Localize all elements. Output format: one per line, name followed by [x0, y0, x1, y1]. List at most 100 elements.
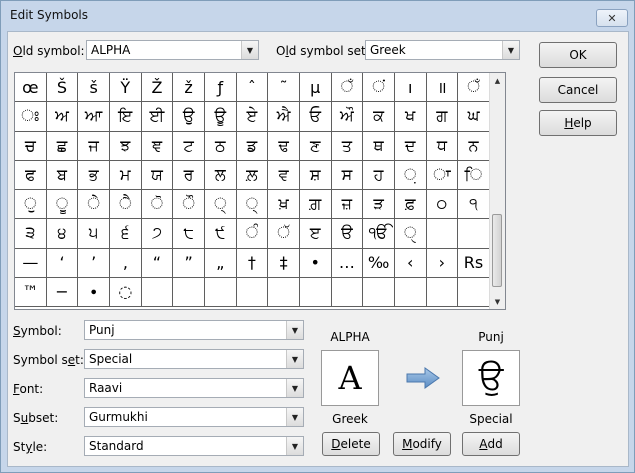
symbol-cell[interactable] [204, 277, 237, 307]
symbol-cell[interactable]: ਝ [109, 131, 142, 161]
symbol-cell[interactable]: ਗ਼ [299, 190, 332, 220]
chevron-down-icon[interactable]: ▼ [286, 437, 303, 455]
symbol-cell[interactable]: ਥ [363, 131, 395, 161]
symbol-cell[interactable]: ੱ [268, 219, 300, 249]
symbol-cell[interactable]: ਮ [109, 160, 142, 190]
symbol-cell[interactable]: ‹ [394, 248, 427, 278]
symbol-cell[interactable]: ਸ [331, 160, 364, 190]
symbol-cell[interactable]: ਰ [173, 160, 205, 190]
symbol-cell[interactable]: ਧ [426, 131, 459, 161]
symbol-cell[interactable]: Ÿ [109, 73, 142, 103]
symbol-cell[interactable]: ਼ [394, 160, 427, 190]
symbol-cell[interactable]: ∙ [78, 277, 110, 307]
symbol-grid[interactable]: œ Šš Ÿ Žž ƒ ˆ ˜ µਁਂ ı ॥ਁਃ ਅ ਆ ਇ ਈ ਉ ਊ ਏ ਐ ਓ ਔ ਕ ਖ ਗ ਘ ਚ ਛ ਜ ਝ ਞ ਟ ਠ ਡ ਢ ਣ… [14, 72, 506, 310]
symbol-cell[interactable]: “ [141, 248, 174, 278]
symbol-cell[interactable]: µ [299, 73, 332, 103]
symbol-cell[interactable]: Ž [141, 73, 174, 103]
symbol-cell[interactable]: ੧ [458, 190, 490, 220]
symbol-cell[interactable]: ੳ [331, 219, 364, 249]
symbol-cell[interactable]: — [15, 248, 47, 278]
delete-button[interactable]: Delete [322, 432, 380, 456]
symbol-cell[interactable]: ਲ [204, 160, 237, 190]
symbol-cell[interactable]: ੬ [109, 219, 142, 249]
symbol-cell[interactable]: † [236, 248, 269, 278]
symbol-cell[interactable]: ਢ [268, 131, 300, 161]
symbol-cell[interactable]: ਾ [426, 160, 459, 190]
chevron-down-icon[interactable]: ▼ [286, 321, 303, 339]
symbol-cell[interactable]: ਐ [268, 102, 300, 132]
symbol-cell[interactable] [458, 219, 490, 249]
symbol-cell[interactable]: ਓ [299, 102, 332, 132]
symbol-cell[interactable]: › [426, 248, 459, 278]
symbol-cell[interactable]: ਆ [78, 102, 110, 132]
old-symbol-set-combo[interactable]: Greek ▼ [365, 40, 520, 60]
font-combo[interactable]: Raavi ▼ [84, 378, 304, 398]
symbol-cell[interactable]: ਜ [78, 131, 110, 161]
symbol-cell[interactable]: ੑ [394, 219, 427, 249]
symbol-cell[interactable]: ˜ [268, 73, 300, 103]
symbol-cell[interactable]: ੦ [426, 190, 459, 220]
symbol-cells[interactable]: œ Šš Ÿ Žž ƒ ˆ ˜ µਁਂ ı ॥ਁਃ ਅ ਆ ਇ ਈ ਉ ਊ ਏ ਐ ਓ ਔ ਕ ਖ ਗ ਘ ਚ ਛ ਜ ਝ ਞ ਟ ਠ ਡ ਢ ਣ… [15, 73, 490, 307]
symbol-cell[interactable]: ਃ [15, 102, 47, 132]
subset-combo[interactable]: Gurmukhi ▼ [84, 407, 304, 427]
symbol-cell[interactable]: ਞ [141, 131, 174, 161]
symbol-cell[interactable]: ੯ [204, 219, 237, 249]
symbol-cell[interactable]: ž [173, 73, 205, 103]
symbol-cell[interactable]: ਲ਼ [236, 160, 269, 190]
symbol-cell[interactable]: ਜ਼ [331, 190, 364, 220]
close-button[interactable]: ✕ [596, 9, 628, 27]
symbol-cell[interactable]: ” [173, 248, 205, 278]
scroll-thumb[interactable] [492, 214, 502, 287]
symbol-cell[interactable]: ਁ [331, 73, 364, 103]
symbol-cell[interactable]: ੈ [109, 190, 142, 220]
symbol-cell[interactable]: ਫ਼ [394, 190, 427, 220]
symbol-cell[interactable]: ‘ [46, 248, 79, 278]
symbol-cell[interactable]: ਛ [46, 131, 79, 161]
symbol-cell[interactable]: ਭ [78, 160, 110, 190]
symbol-cell[interactable] [426, 277, 459, 307]
symbol-cell[interactable]: ੩ [15, 219, 47, 249]
symbol-cell[interactable]: ˆ [236, 73, 269, 103]
symbol-cell[interactable] [426, 219, 459, 249]
scroll-down-icon[interactable]: ▼ [490, 294, 505, 309]
scroll-up-icon[interactable]: ▲ [490, 73, 505, 88]
symbol-cell[interactable]: ™ [15, 277, 47, 307]
symbol-cell[interactable] [299, 277, 332, 307]
symbol-cell[interactable]: Rs [458, 248, 490, 278]
symbol-cell[interactable]: … [331, 248, 364, 278]
symbol-cell[interactable]: ਊ [204, 102, 237, 132]
symbol-cell[interactable]: ਕ [363, 102, 395, 132]
symbol-cell[interactable] [268, 277, 300, 307]
symbol-cell[interactable]: ਏ [236, 102, 269, 132]
chevron-down-icon[interactable]: ▼ [502, 41, 519, 59]
symbol-cell[interactable]: ਖ਼ [268, 190, 300, 220]
symbol-cell[interactable]: ਔ [331, 102, 364, 132]
symbol-cell[interactable]: ਨ [458, 131, 490, 161]
add-button[interactable]: Add [462, 432, 520, 456]
modify-button[interactable]: Modify [393, 432, 451, 456]
symbol-cell[interactable]: ਸ਼ [299, 160, 332, 190]
symbol-cell[interactable]: ੜ [363, 190, 395, 220]
symbol-cell[interactable]: ੭ [141, 219, 174, 249]
symbol-cell[interactable]: ‚ [109, 248, 142, 278]
cancel-button[interactable]: Cancel [539, 77, 617, 103]
symbol-cell[interactable]: ਟ [173, 131, 205, 161]
symbol-cell[interactable]: ਖ [394, 102, 427, 132]
symbol-cell[interactable]: ‡ [268, 248, 300, 278]
symbol-cell[interactable]: „ [204, 248, 237, 278]
symbol-cell[interactable]: ਯ [141, 160, 174, 190]
symbol-cell[interactable]: ਫ [15, 160, 47, 190]
symbol-cell[interactable]: ਚ [15, 131, 47, 161]
symbol-cell[interactable]: ਡ [236, 131, 269, 161]
symbol-cell[interactable]: ੮ [173, 219, 205, 249]
symbol-cell[interactable]: ਉ [173, 102, 205, 132]
symbol-cell[interactable]: ੌ [173, 190, 205, 220]
ok-button[interactable]: OK [539, 42, 617, 68]
symbol-combo[interactable]: Punj ▼ [84, 320, 304, 340]
chevron-down-icon[interactable]: ▼ [286, 379, 303, 397]
symbol-cell[interactable]: ı [394, 73, 427, 103]
symbol-cell[interactable]: ਗ [426, 102, 459, 132]
symbol-cell[interactable]: ਦ [394, 131, 427, 161]
symbol-cell[interactable] [173, 277, 205, 307]
chevron-down-icon[interactable]: ▼ [286, 408, 303, 426]
